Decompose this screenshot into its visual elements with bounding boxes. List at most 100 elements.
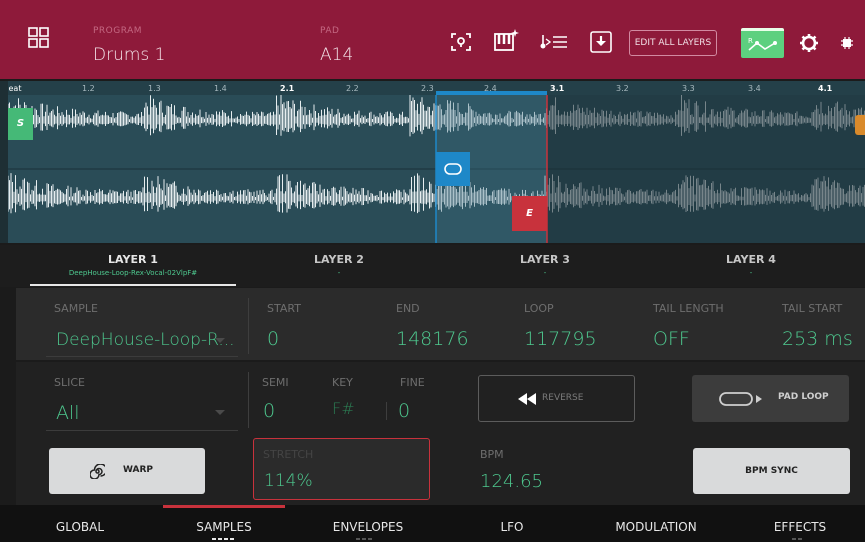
tail-start-label: TAIL START — [782, 302, 843, 315]
bpm-label: BPM — [480, 448, 504, 461]
pad-label: PAD — [320, 26, 340, 36]
divider — [248, 298, 249, 354]
nav-lfo[interactable]: LFO — [452, 520, 572, 534]
divider — [46, 430, 238, 431]
ruler-tick: 2.1 — [280, 84, 295, 93]
start-value[interactable]: 0 — [267, 328, 279, 350]
warp-label: WARP — [123, 465, 154, 475]
waveform-left-edge — [0, 81, 8, 243]
zoom-handle[interactable] — [855, 115, 865, 135]
grid-menu-icon[interactable] — [28, 27, 50, 49]
cpu-icon[interactable] — [840, 36, 854, 50]
semi-label: SEMI — [262, 376, 289, 389]
tail-length-value[interactable]: OFF — [653, 328, 690, 350]
chevron-down-icon[interactable] — [215, 338, 225, 344]
waveform-display[interactable]: S E — [8, 95, 865, 243]
ruler-tick: 1.3 — [148, 84, 161, 93]
locate-icon[interactable] — [450, 32, 472, 52]
loop-label: LOOP — [524, 302, 554, 315]
tab-layer-4-sample: - — [749, 269, 753, 277]
stretch-field[interactable]: STRETCH 114% — [253, 438, 430, 500]
layer-tabs: LAYER 1 DeepHouse-Loop-Rex-Vocal-02VlpF#… — [0, 245, 865, 287]
sample-value[interactable]: DeepHouse-Loop-R... — [56, 330, 235, 350]
semi-value[interactable]: 0 — [263, 400, 275, 422]
automation-icon: R — [748, 37, 777, 51]
reverse-label: REVERSE — [542, 393, 584, 403]
ruler-tick: 3.2 — [616, 84, 629, 93]
reverse-button[interactable]: REVERSE — [478, 375, 635, 422]
page-dots — [212, 538, 236, 540]
settings-gear-icon[interactable] — [799, 33, 819, 53]
fine-value[interactable]: 0 — [398, 400, 410, 422]
keyboard-magic-icon[interactable] — [493, 28, 519, 52]
sample-row: SAMPLE DeepHouse-Loop-R... START 0 END 1… — [16, 288, 865, 360]
tab-layer-4-label: LAYER 4 — [726, 253, 776, 266]
tab-layer-2-sample: - — [337, 269, 341, 277]
chevron-down-icon[interactable] — [215, 410, 225, 416]
slice-label: SLICE — [54, 376, 85, 389]
lower-panel: SLICE All SEMI 0 KEY F# FINE 0 REVERSE P… — [16, 362, 865, 505]
rewind-icon — [518, 393, 536, 405]
active-tab-underline — [30, 284, 236, 286]
ruler-tick: 1.4 — [214, 84, 227, 93]
ruler-tick: 4.1 — [818, 84, 833, 93]
tab-layer-1-sample: DeepHouse-Loop-Rex-Vocal-02VlpF# — [68, 269, 198, 277]
spiral-warp-icon — [90, 464, 105, 479]
active-nav-indicator — [163, 505, 285, 508]
ruler-tick: 3.1 — [550, 84, 565, 93]
tab-layer-1[interactable]: LAYER 1 DeepHouse-Loop-Rex-Vocal-02VlpF# — [30, 245, 236, 287]
bottom-nav: GLOBAL SAMPLES ENVELOPES LFO MODULATION … — [0, 505, 865, 542]
nav-envelopes[interactable]: ENVELOPES — [308, 520, 428, 534]
loop-marker[interactable] — [436, 152, 470, 186]
sample-label: SAMPLE — [54, 302, 98, 315]
nav-effects[interactable]: EFFECTS — [740, 520, 860, 534]
nav-modulation[interactable]: MODULATION — [596, 520, 716, 534]
automation-button[interactable]: R — [741, 28, 784, 58]
pad-loop-button[interactable]: PAD LOOP — [692, 375, 849, 422]
tab-layer-4[interactable]: LAYER 4 - — [648, 245, 854, 287]
ruler-tick: 2.3 — [421, 84, 434, 93]
tab-layer-2[interactable]: LAYER 2 - — [236, 245, 442, 287]
ruler-tick: 2.2 — [346, 84, 359, 93]
divider — [386, 402, 387, 420]
ruler-tick: 3.3 — [682, 84, 695, 93]
pad-loop-label: PAD LOOP — [778, 392, 829, 402]
program-label: PROGRAM — [93, 26, 143, 36]
loop-icon — [444, 163, 462, 175]
pad-value[interactable]: A14 — [320, 45, 353, 65]
warp-button[interactable]: WARP — [49, 448, 205, 494]
download-icon[interactable] — [590, 31, 612, 53]
start-label: START — [267, 302, 301, 315]
ruler-tick: 3.4 — [748, 84, 761, 93]
end-label: END — [396, 302, 420, 315]
key-value[interactable]: F# — [332, 399, 355, 418]
program-value[interactable]: Drums 1 — [93, 45, 166, 65]
nav-global[interactable]: GLOBAL — [20, 520, 140, 534]
bpm-value[interactable]: 124.65 — [480, 471, 543, 492]
post-end-shade — [547, 95, 865, 243]
bpm-sync-button[interactable]: BPM SYNC — [693, 448, 850, 494]
end-marker[interactable]: E — [512, 196, 547, 231]
header-bar: PROGRAM Drums 1 PAD A14 EDIT ALL LAYERS … — [0, 0, 865, 79]
end-value[interactable]: 148176 — [396, 328, 469, 350]
tab-layer-3[interactable]: LAYER 3 - — [442, 245, 648, 287]
beat-ruler[interactable]: Beat 1.2 1.3 1.4 2.1 2.2 2.3 2.4 3.1 3.2… — [0, 81, 865, 95]
divider — [46, 356, 238, 357]
stretch-label: STRETCH — [263, 448, 314, 461]
tab-layer-3-sample: - — [543, 269, 547, 277]
tab-layer-2-label: LAYER 2 — [314, 253, 364, 266]
tail-length-label: TAIL LENGTH — [653, 302, 724, 315]
key-label: KEY — [332, 376, 353, 389]
divider — [248, 372, 249, 428]
edit-all-layers-button[interactable]: EDIT ALL LAYERS — [629, 30, 717, 56]
tab-layer-1-label: LAYER 1 — [108, 253, 158, 266]
loop-value[interactable]: 117795 — [524, 328, 597, 350]
loop-icon — [719, 392, 762, 406]
nav-samples[interactable]: SAMPLES — [164, 520, 284, 534]
slice-value[interactable]: All — [56, 402, 80, 424]
tail-start-value[interactable]: 253 ms — [782, 328, 853, 350]
start-marker[interactable]: S — [8, 108, 33, 140]
ruler-tick: 1.2 — [82, 84, 95, 93]
svg-text:R: R — [748, 37, 753, 45]
note-list-icon[interactable] — [540, 33, 568, 51]
